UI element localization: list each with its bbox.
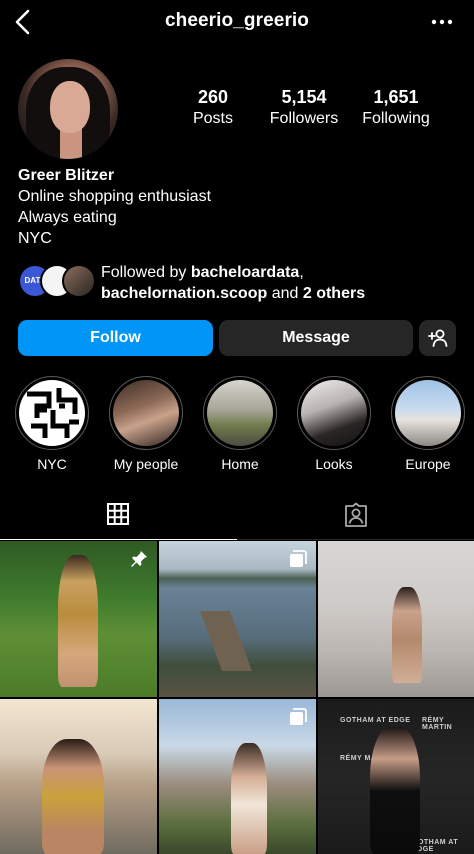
chevron-left-icon[interactable] [10, 8, 36, 36]
posts-grid: GOTHAM AT EDGE RÉMY MARTIN RÉMY MARTIN G… [0, 541, 474, 854]
highlight-ring [297, 376, 371, 450]
highlight-cover [113, 380, 179, 446]
more-horizontal-icon[interactable] [430, 13, 454, 31]
post-tile[interactable]: GOTHAM AT EDGE RÉMY MARTIN RÉMY MARTIN G… [318, 699, 474, 854]
story-highlights: NYC My people Home Looks Europe [0, 376, 474, 476]
post-subject [42, 739, 104, 854]
grid-icon [107, 503, 129, 525]
highlight-ring [203, 376, 277, 450]
mutual-others[interactable]: 2 others [303, 285, 365, 302]
following-count: 1,651 [373, 87, 419, 107]
posts-stat[interactable]: 260 Posts [168, 86, 258, 129]
followed-by-middle: and [267, 285, 303, 302]
avatar-neck [60, 129, 82, 159]
backdrop-text: GOTHAM AT EDGE [340, 717, 411, 724]
highlight-label: NYC [37, 456, 67, 472]
post-subject [231, 743, 267, 854]
followers-label: Followers [269, 110, 339, 127]
following-stat[interactable]: 1,651 Following [351, 86, 441, 129]
post-tile[interactable] [159, 541, 316, 697]
bio-line: Always eating [18, 209, 117, 226]
post-tile[interactable] [0, 541, 157, 697]
post-tile[interactable] [159, 699, 316, 854]
bio-line: NYC [18, 230, 52, 247]
add-person-icon [428, 329, 448, 347]
highlight-cover [301, 380, 367, 446]
carousel-icon [290, 550, 307, 567]
followed-by-prefix: Followed by [101, 264, 191, 281]
top-bar: cheerio_greerio [0, 0, 474, 44]
post-tile[interactable] [318, 541, 474, 697]
highlight-cover [19, 380, 85, 446]
highlight-ring [15, 376, 89, 450]
profile-tabs [0, 496, 474, 540]
profile-stats: 260 Posts 5,154 Followers 1,651 Followin… [176, 86, 438, 130]
mutual-user-2[interactable]: bachelornation.scoop [101, 285, 267, 302]
highlight-looks[interactable]: Looks [292, 376, 376, 473]
posts-count: 260 [197, 87, 229, 107]
highlight-europe[interactable]: Europe [386, 376, 470, 473]
profile-bio: Greer Blitzer Online shopping enthusiast… [18, 166, 458, 249]
backdrop-text: GOTHAM AT EDGE [412, 839, 459, 853]
avatar-face [50, 81, 90, 133]
post-tile[interactable] [0, 699, 157, 854]
highlight-cover [395, 380, 461, 446]
mutual-avatars: DATA [18, 264, 96, 298]
post-subject [392, 587, 422, 683]
followers-stat[interactable]: 5,154 Followers [259, 86, 349, 129]
tagged-person-icon [345, 502, 367, 527]
highlight-label: Looks [315, 456, 353, 472]
highlight-my-people[interactable]: My people [104, 376, 188, 473]
suggested-accounts-button[interactable] [419, 320, 456, 356]
followers-count: 5,154 [281, 87, 327, 107]
followed-by[interactable]: DATA Followed by bacheloardata, bachelor… [18, 262, 458, 302]
highlight-ring [391, 376, 465, 450]
highlight-nyc[interactable]: NYC [10, 376, 94, 473]
post-subject [58, 555, 98, 687]
highlight-label: Home [221, 456, 259, 472]
follow-button[interactable]: Follow [18, 320, 213, 356]
highlight-home[interactable]: Home [198, 376, 282, 473]
tab-posts-grid[interactable] [0, 496, 237, 540]
carousel-icon [290, 708, 307, 725]
profile-avatar[interactable] [18, 59, 118, 159]
highlight-label: Europe [405, 456, 451, 472]
highlight-ring [109, 376, 183, 450]
posts-label: Posts [192, 110, 233, 127]
highlight-label: My people [113, 456, 179, 472]
profile-name: Greer Blitzer [18, 167, 115, 184]
highlight-cover [207, 380, 273, 446]
followed-by-text: Followed by bacheloardata, bachelornatio… [101, 262, 365, 304]
tab-tagged[interactable] [237, 496, 474, 540]
post-subject [370, 727, 420, 854]
following-label: Following [362, 110, 430, 127]
bio-line: Online shopping enthusiast [18, 188, 212, 205]
maze-icon [27, 388, 79, 438]
mutual-avatar [62, 264, 96, 298]
pin-icon [131, 551, 147, 567]
backdrop-text: RÉMY MARTIN [422, 717, 453, 731]
post-dock [200, 611, 252, 671]
followed-by-separator: , [299, 264, 304, 281]
profile-username: cheerio_greerio [164, 10, 310, 31]
message-button[interactable]: Message [219, 320, 413, 356]
mutual-user-1[interactable]: bacheloardata [191, 264, 299, 281]
